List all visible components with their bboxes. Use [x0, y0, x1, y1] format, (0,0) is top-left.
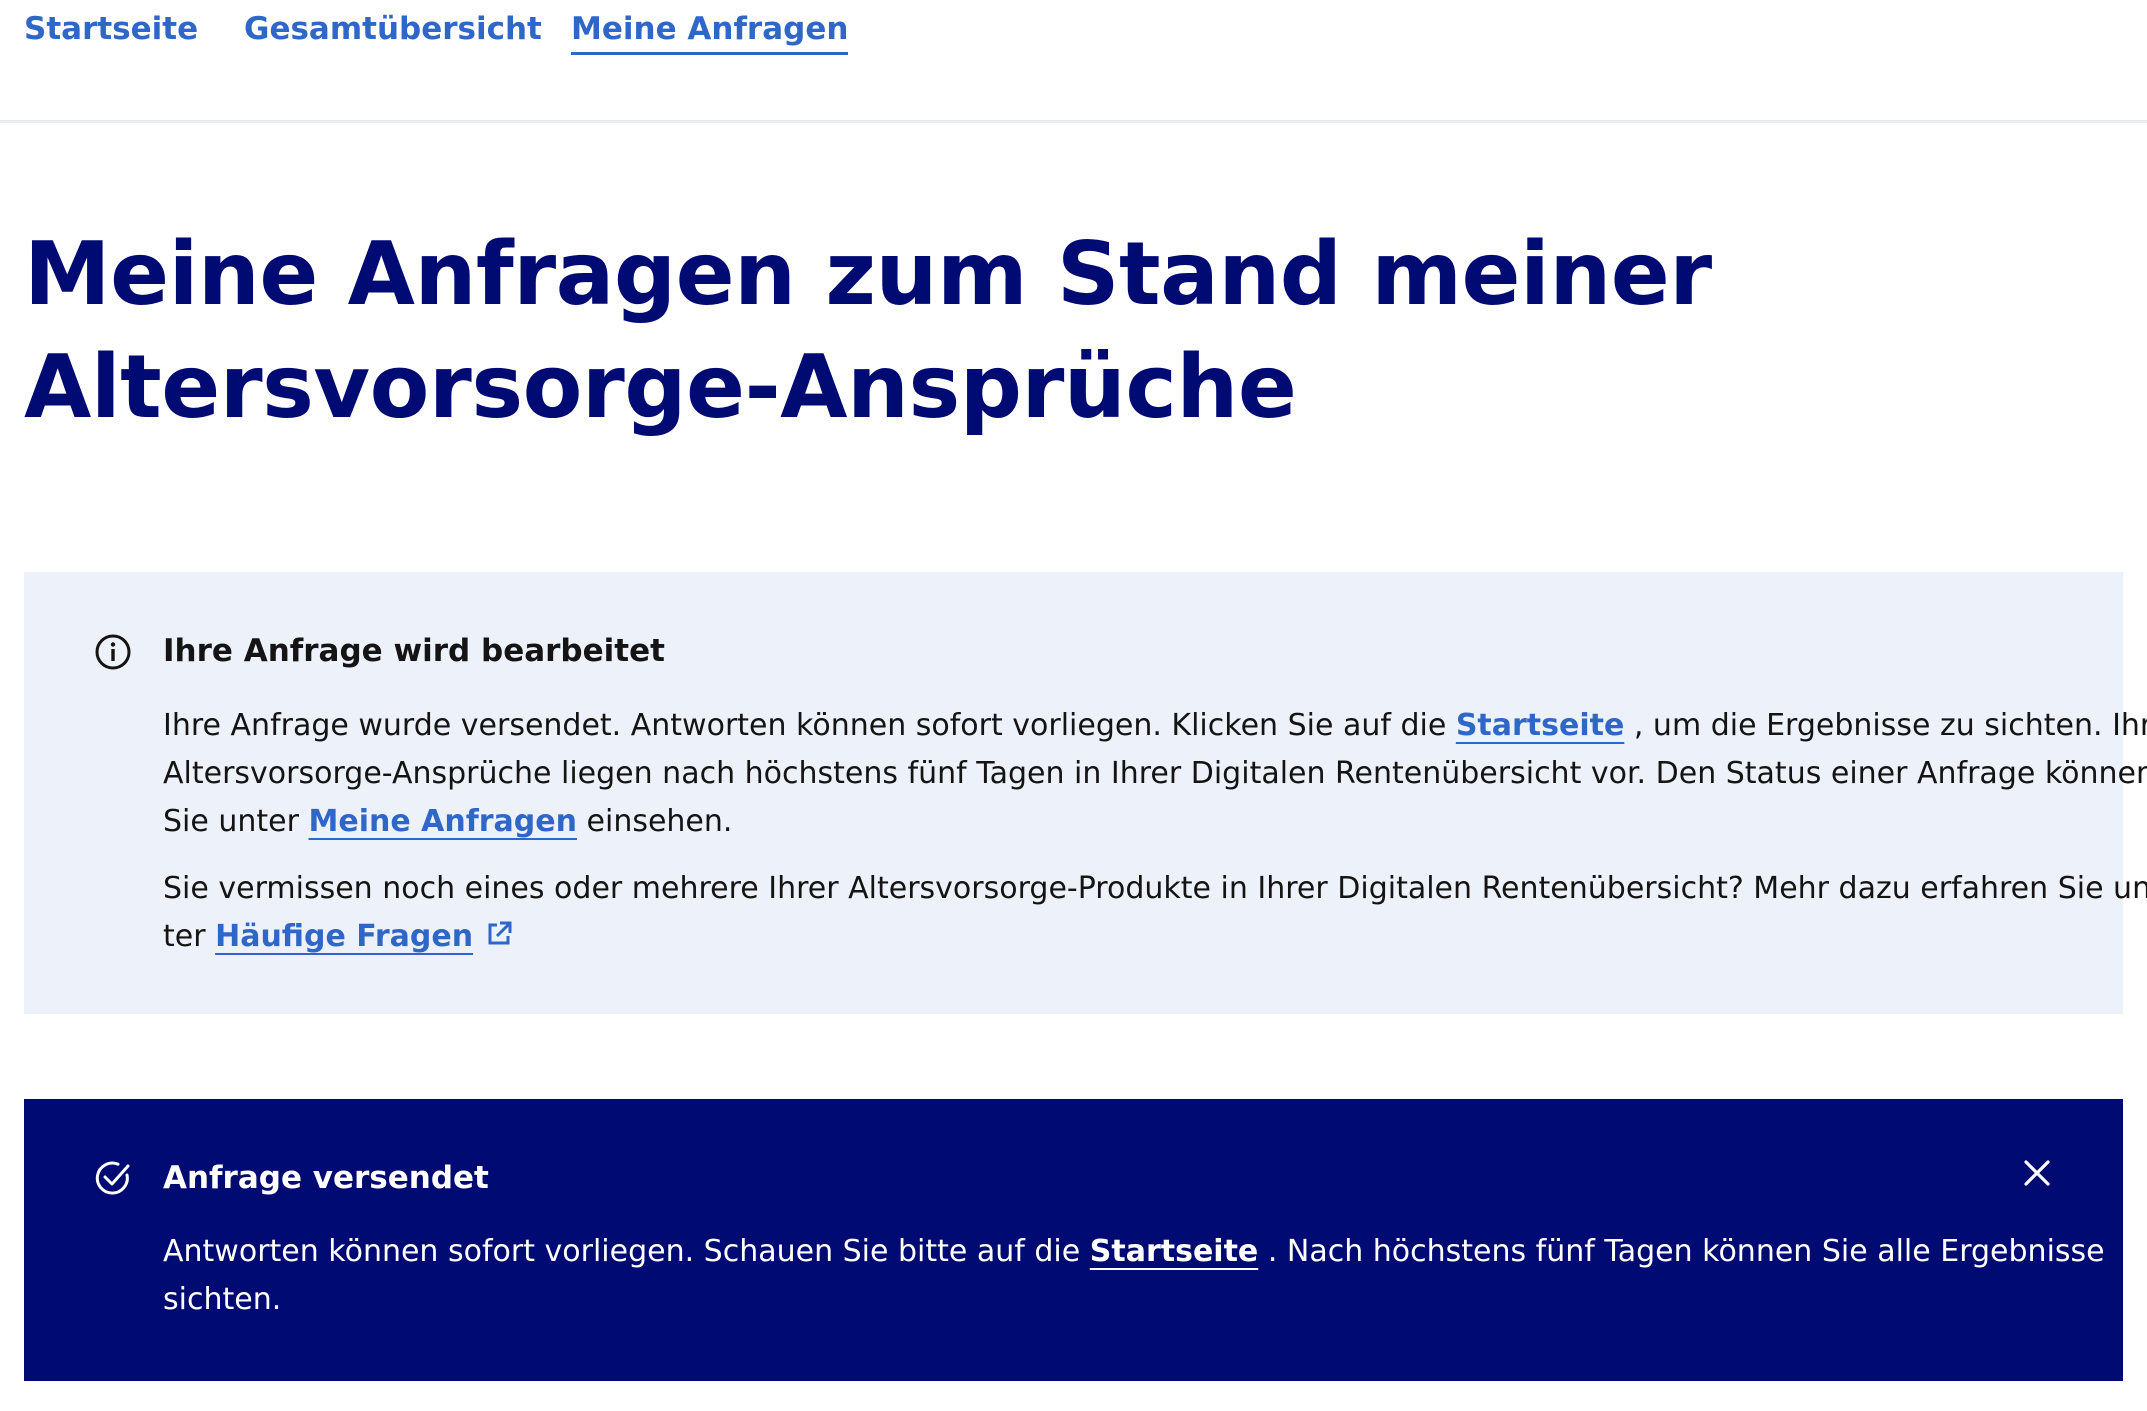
nav-link-meine-anfragen[interactable]: Meine Anfragen — [571, 8, 849, 55]
info-box-paragraph-2: Sie vermissen noch eines oder mehrere Ih… — [163, 865, 2147, 961]
page-title-line-1: Meine Anfragen zum Stand meiner — [24, 223, 1712, 325]
close-button[interactable] — [2014, 1150, 2060, 1196]
success-box-text: Antworten können sofort vorliegen. Schau… — [163, 1228, 2105, 1324]
info-box-title: Ihre Anfrage wird bearbeitet — [163, 633, 665, 669]
success-box-line: Antworten können sofort vorliegen. Schau… — [163, 1228, 2105, 1276]
info-box-line: Ihre Anfrage wurde versendet. Antworten … — [163, 702, 2147, 750]
info-text-segment: Ihre Anfrage wurde versendet. Antworten … — [163, 708, 1456, 743]
nav-link-gesamtuebersicht[interactable]: Gesamtübersicht — [244, 8, 542, 50]
info-box-line: ter Häufige Fragen — [163, 913, 2083, 961]
page-title-line-2: Altersvorsorge-Ansprüche — [24, 336, 1297, 438]
success-notice-box: Anfrage versendet Antworten können sofor… — [24, 1099, 2123, 1381]
success-box-title: Anfrage versendet — [163, 1160, 489, 1196]
info-box-paragraph-1: Ihre Anfrage wurde versendet. Antworten … — [163, 702, 2147, 846]
info-box-line: Altersvorsorge-Ansprüche liegen nach höc… — [163, 756, 2147, 791]
info-text-segment: einsehen. — [576, 804, 733, 839]
nav-link-startseite[interactable]: Startseite — [24, 8, 198, 50]
info-text-segment: Sie unter — [163, 804, 309, 839]
startseite-link[interactable]: Startseite — [1090, 1234, 1259, 1269]
success-text-segment: Antworten können sofort vorliegen. Schau… — [163, 1234, 1090, 1269]
page-title: Meine Anfragen zum Stand meiner Altersvo… — [24, 218, 1712, 444]
external-link-icon — [488, 921, 512, 945]
info-circle-icon — [95, 634, 131, 670]
success-text-segment: . Nach höchstens fünf Tagen können Sie a… — [1258, 1234, 2105, 1269]
info-box-line: Sie vermissen noch eines oder mehrere Ih… — [163, 871, 2147, 906]
haeufige-fragen-link[interactable]: Häufige Fragen — [215, 919, 473, 954]
startseite-link[interactable]: Startseite — [1456, 708, 1625, 743]
check-circle-icon — [95, 1161, 130, 1195]
top-navigation: Startseite Gesamtübersicht Meine Anfrage… — [0, 0, 2147, 123]
close-icon — [2024, 1160, 2050, 1186]
info-text-segment: , um die Ergebnisse zu sichten. Ihre — [1624, 708, 2147, 743]
meine-anfragen-link[interactable]: Meine Anfragen — [309, 804, 577, 839]
info-box-line: Sie unter Meine Anfragen einsehen. — [163, 798, 2083, 846]
info-notice-box: Ihre Anfrage wird bearbeitet Ihre Anfrag… — [24, 572, 2147, 1014]
success-box-line: sichten. — [163, 1282, 282, 1317]
info-text-segment: ter — [163, 919, 216, 954]
